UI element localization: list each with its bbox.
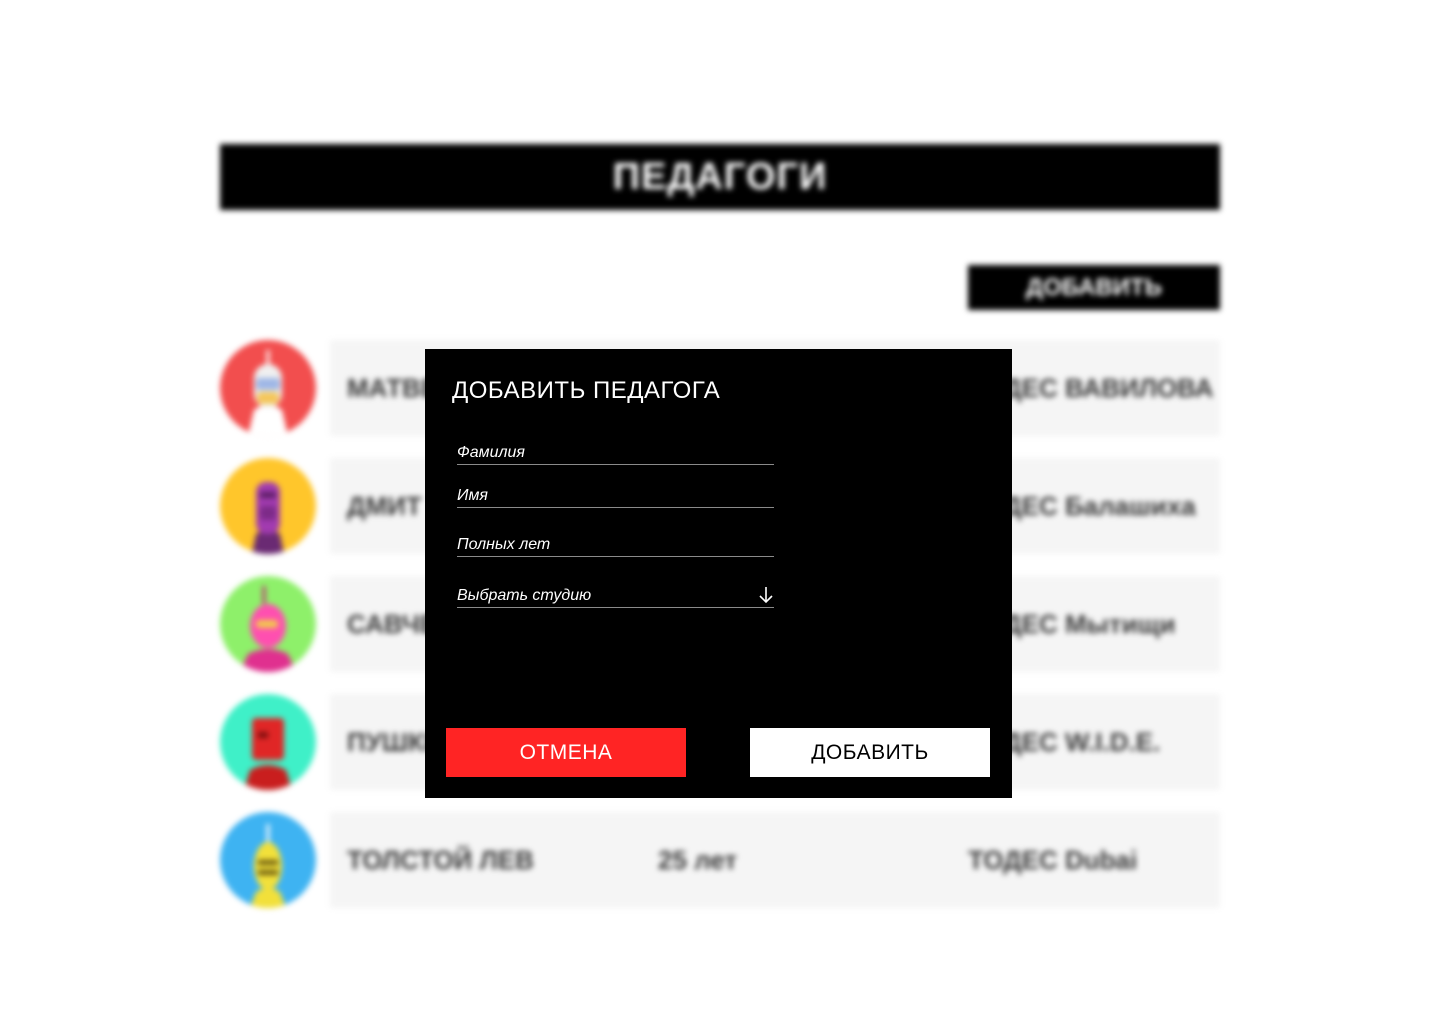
studio-select[interactable]: Выбрать студию bbox=[457, 587, 774, 608]
teacher-studio: ТОДЕС Dubai bbox=[968, 845, 1138, 875]
last-name-placeholder: Фамилия bbox=[457, 444, 525, 461]
teacher-age: 25 лет bbox=[658, 845, 738, 875]
teacher-row[interactable]: ТОЛСТОЙ ЛЕВ 25 лет ТОДЕС Dubai bbox=[220, 812, 1220, 908]
add-button[interactable]: ДОБАВИТЬ bbox=[750, 728, 990, 777]
last-name-field[interactable]: Фамилия bbox=[457, 444, 774, 465]
teacher-card: ТОЛСТОЙ ЛЕВ 25 лет ТОДЕС Dubai bbox=[330, 812, 1220, 908]
teacher-name: САВЧЕ bbox=[347, 609, 438, 639]
add-teacher-button[interactable]: ДОБАВИТЬ bbox=[968, 265, 1220, 310]
first-name-placeholder: Имя bbox=[457, 487, 488, 504]
avatar bbox=[220, 812, 316, 908]
avatar bbox=[220, 340, 316, 436]
page-title: ПЕДАГОГИ bbox=[220, 144, 1220, 210]
cancel-button[interactable]: ОТМЕНА bbox=[446, 728, 686, 777]
modal-title: ДОБАВИТЬ ПЕДАГОГА bbox=[452, 377, 721, 404]
studio-placeholder: Выбрать студию bbox=[457, 587, 592, 604]
age-field[interactable]: Полных лет bbox=[457, 536, 774, 557]
add-teacher-modal: ДОБАВИТЬ ПЕДАГОГА Фамилия Имя Полных лет… bbox=[425, 349, 1012, 798]
teacher-name: ДМИТ bbox=[347, 491, 422, 521]
age-placeholder: Полных лет bbox=[457, 536, 551, 553]
first-name-field[interactable]: Имя bbox=[457, 487, 774, 508]
avatar bbox=[220, 694, 316, 790]
avatar bbox=[220, 458, 316, 554]
avatar bbox=[220, 576, 316, 672]
teacher-name: ТОЛСТОЙ ЛЕВ bbox=[347, 845, 534, 875]
arrow-down-icon[interactable] bbox=[758, 586, 774, 604]
